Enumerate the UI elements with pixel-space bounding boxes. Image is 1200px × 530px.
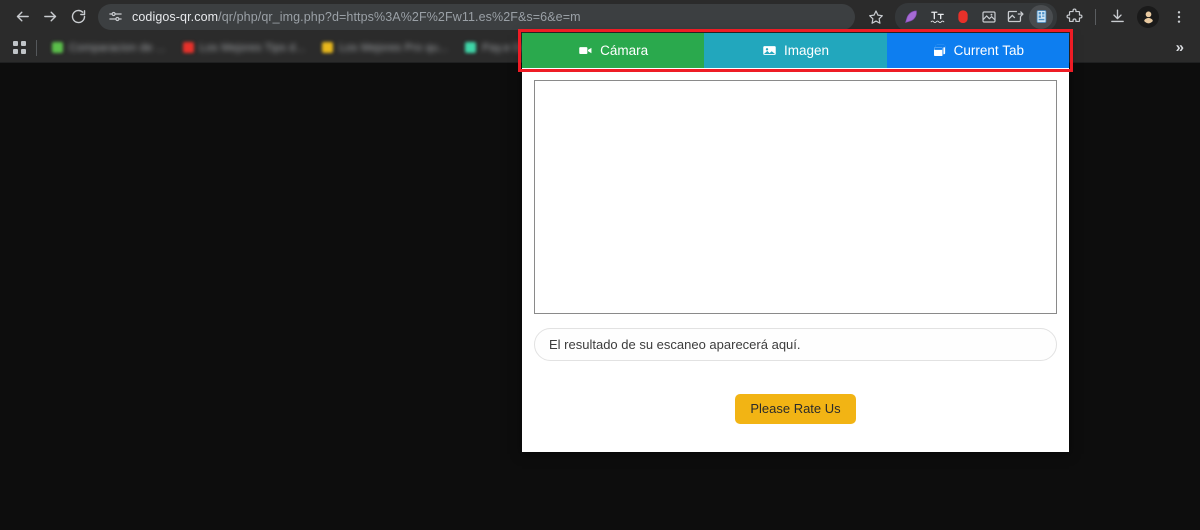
tab-imagen-label: Imagen bbox=[783, 42, 829, 58]
feather-pen-extension-icon[interactable] bbox=[899, 5, 923, 29]
bookmark-favicon bbox=[464, 42, 476, 53]
download-button[interactable] bbox=[1104, 4, 1130, 30]
chevron-double-right-icon[interactable]: » bbox=[1170, 38, 1190, 57]
bookmark-label: Los Mejores Tips d... bbox=[199, 41, 306, 54]
qr-scanner-popup: Cámara Imagen Current Tab El resultado d… bbox=[518, 29, 1073, 453]
back-button[interactable] bbox=[8, 3, 36, 31]
browser-toolbar: codigos-qr.com/qr/php/qr_img.php?d=https… bbox=[0, 0, 1200, 33]
video-camera-icon bbox=[578, 43, 593, 58]
tab-camara[interactable]: Cámara bbox=[522, 33, 705, 68]
profile-avatar-icon bbox=[1141, 9, 1155, 24]
tab-current-tab-label: Current Tab bbox=[953, 42, 1024, 58]
screen-recorder-extension-icon[interactable] bbox=[951, 5, 975, 29]
puzzle-piece-extensions-icon bbox=[1066, 8, 1082, 23]
extensions-tray bbox=[895, 2, 1057, 31]
profile-avatar[interactable] bbox=[1137, 5, 1159, 28]
image-icon bbox=[762, 43, 777, 58]
three-dot-menu-icon bbox=[1177, 10, 1181, 23]
scan-result-placeholder: El resultado de su escaneo aparecerá aqu… bbox=[549, 337, 801, 352]
popup-tab-row: Cámara Imagen Current Tab bbox=[522, 33, 1069, 68]
url-path: /qr/php/qr_img.php?d=https%3A%2F%2Fw11.e… bbox=[218, 9, 581, 24]
address-bar[interactable]: codigos-qr.com/qr/php/qr_img.php?d=https… bbox=[98, 3, 855, 30]
tune-site-settings-icon[interactable] bbox=[108, 9, 123, 24]
tab-imagen[interactable]: Imagen bbox=[704, 33, 887, 68]
scan-result-box[interactable]: El resultado de su escaneo aparecerá aqu… bbox=[534, 328, 1057, 361]
screenshot-export-extension-icon[interactable] bbox=[1003, 5, 1027, 29]
tab-camara-label: Cámara bbox=[600, 42, 649, 58]
arrow-left-icon bbox=[16, 11, 29, 22]
star-icon bbox=[869, 9, 883, 24]
browser-tab-copy-icon bbox=[932, 43, 947, 58]
reload-button[interactable] bbox=[64, 3, 92, 31]
extensions-puzzle-button[interactable] bbox=[1061, 4, 1087, 30]
bookmarks-divider bbox=[36, 39, 37, 56]
bookmark-item[interactable]: Comparacion de ... bbox=[45, 39, 173, 57]
forward-button[interactable] bbox=[36, 3, 64, 31]
image-capture-extension-icon[interactable] bbox=[977, 5, 1001, 29]
url-text: codigos-qr.com/qr/php/qr_img.php?d=https… bbox=[132, 10, 581, 24]
download-icon bbox=[1110, 9, 1124, 23]
bookmark-label: Comparacion de ... bbox=[69, 41, 166, 54]
apps-grid-icon[interactable] bbox=[8, 37, 30, 59]
rate-row: Please Rate Us bbox=[522, 361, 1069, 453]
browser-menu-button[interactable] bbox=[1166, 4, 1192, 30]
language-tool-extension-icon[interactable] bbox=[925, 5, 949, 29]
url-host: codigos-qr.com bbox=[132, 9, 219, 24]
bookmark-favicon bbox=[182, 42, 194, 53]
bookmark-star-button[interactable] bbox=[863, 4, 889, 30]
bookmark-favicon bbox=[52, 42, 63, 53]
qr-scan-preview-area[interactable] bbox=[534, 80, 1057, 314]
popup-body: El resultado de su escaneo aparecerá aqu… bbox=[522, 68, 1069, 361]
toolbar-divider bbox=[1095, 8, 1096, 25]
qr-scanner-extension-icon[interactable] bbox=[1029, 4, 1053, 29]
bookmark-item[interactable]: Los Mejores Pro qu... bbox=[315, 39, 455, 57]
tab-current-tab[interactable]: Current Tab bbox=[886, 33, 1069, 68]
please-rate-us-button[interactable]: Please Rate Us bbox=[735, 394, 856, 425]
reload-icon bbox=[71, 9, 85, 24]
bookmark-item[interactable]: Los Mejores Tips d... bbox=[176, 39, 313, 57]
arrow-right-icon bbox=[43, 11, 56, 22]
page-viewport: Cámara Imagen Current Tab El resultado d… bbox=[0, 29, 1200, 529]
bookmark-favicon bbox=[322, 42, 334, 53]
bookmark-label: Los Mejores Pro qu... bbox=[339, 41, 448, 54]
